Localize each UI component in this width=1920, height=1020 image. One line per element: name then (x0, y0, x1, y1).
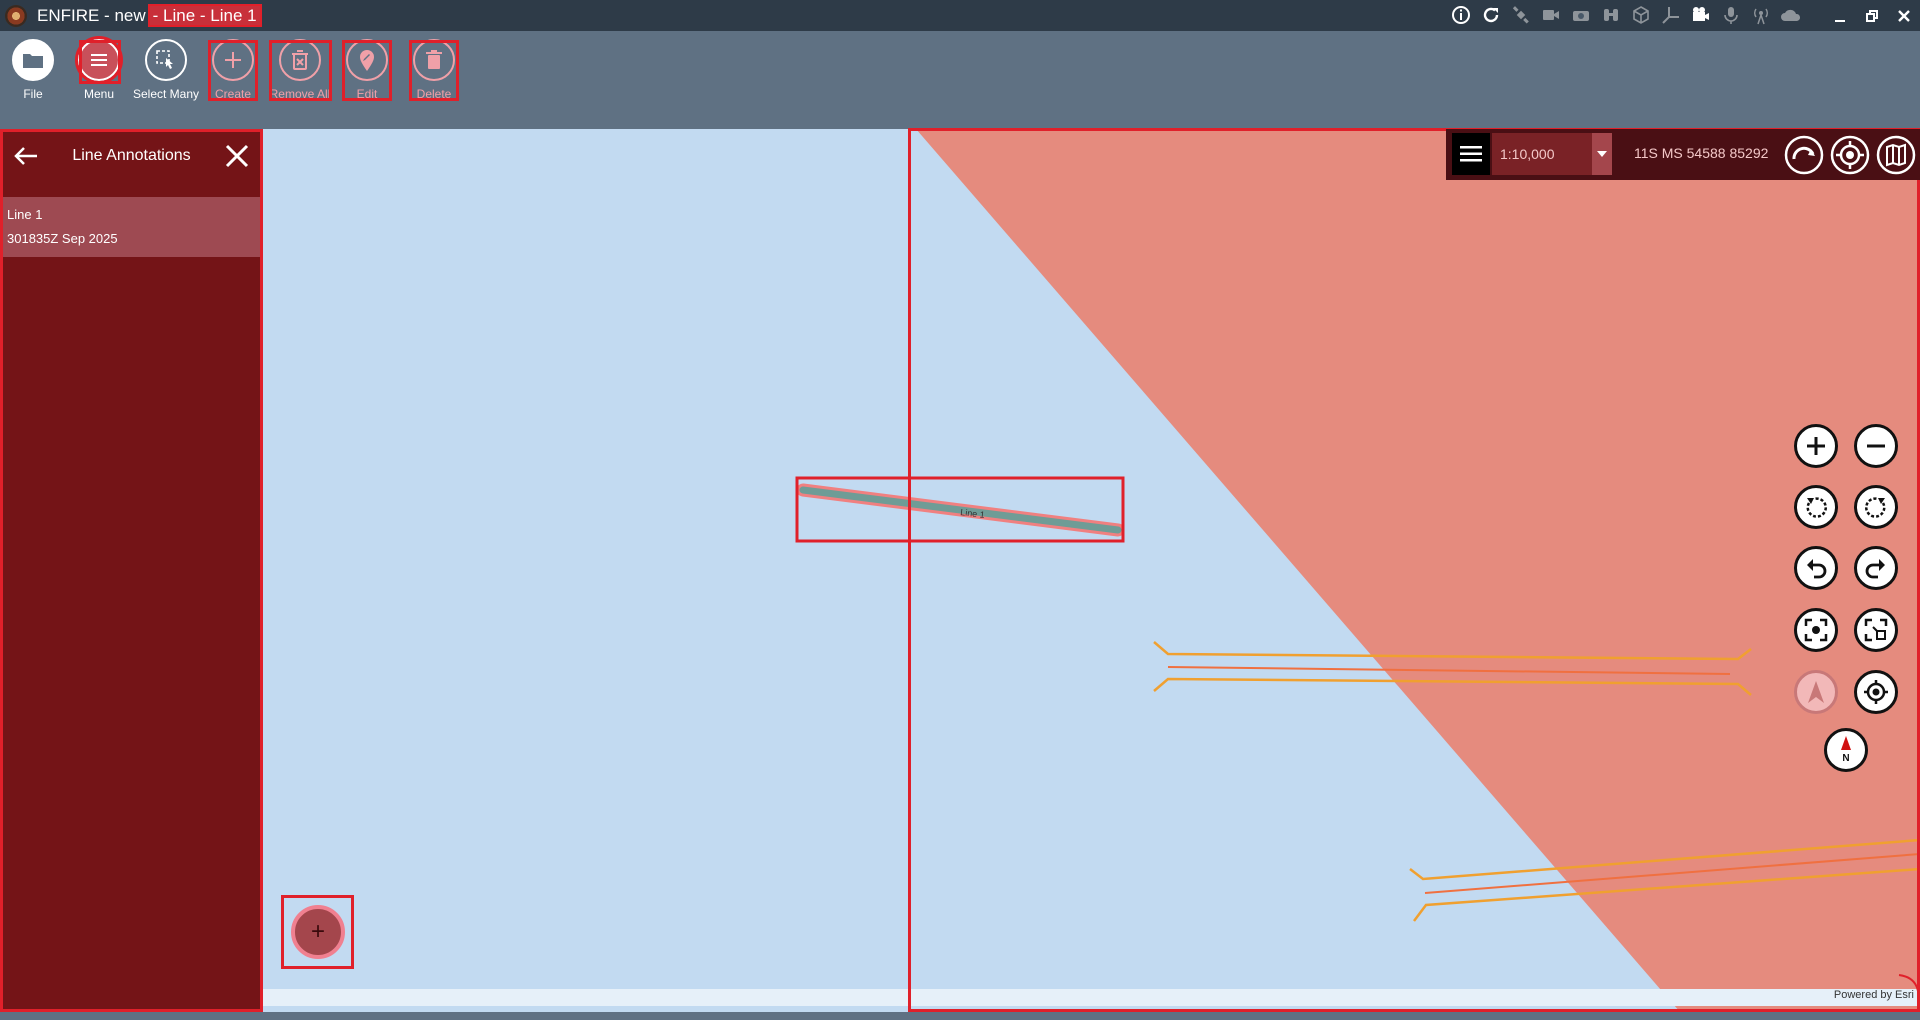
remove-all-button[interactable]: Remove All (267, 39, 333, 107)
rotate-left-button[interactable] (1794, 485, 1838, 529)
file-button-label: File (23, 87, 43, 101)
video-icon[interactable] (1540, 3, 1562, 27)
refresh-icon[interactable] (1480, 3, 1502, 27)
map-bottom-strip (263, 989, 1920, 1006)
full-extent-icon (1804, 618, 1828, 642)
line-annotation-label: Line 1 (960, 507, 986, 520)
add-fab-button[interactable]: + (291, 905, 345, 959)
delete-button[interactable]: Delete (401, 39, 467, 107)
annotation-dtg: 301835Z Sep 2025 (7, 231, 118, 246)
status-bar (0, 1012, 1920, 1020)
window-title-context: - Line - Line 1 (147, 3, 262, 27)
north-button[interactable]: N (1824, 728, 1868, 772)
cube-icon[interactable] (1630, 3, 1652, 27)
remove-all-icon (279, 39, 321, 81)
map-icon (1876, 135, 1916, 175)
basemap-button[interactable] (1876, 135, 1916, 175)
plus-icon (212, 39, 254, 81)
folder-icon (12, 39, 54, 81)
rotate-right-button[interactable] (1854, 485, 1898, 529)
coordinate-bar: 1:10,000 11S MS 54588 85292 (1446, 129, 1920, 180)
north-label: N (1842, 753, 1850, 764)
line-annotation-feature[interactable]: Line 1 (796, 483, 1125, 537)
menu-button[interactable]: Menu (66, 36, 132, 107)
edit-button[interactable]: Edit (334, 39, 400, 107)
redo-button[interactable] (1854, 546, 1898, 590)
scale-dropdown[interactable] (1592, 133, 1612, 175)
select-many-icon (145, 39, 187, 81)
undo-button[interactable] (1794, 546, 1838, 590)
microphone-icon[interactable] (1720, 3, 1742, 27)
create-button[interactable]: Create (200, 39, 266, 107)
gps-track-button[interactable] (1784, 135, 1824, 175)
menu-button-label: Menu (83, 87, 115, 101)
close-icon[interactable] (222, 141, 252, 171)
restore-button[interactable] (1856, 0, 1888, 31)
rotate-right-icon (1865, 497, 1886, 518)
map-menu-button[interactable] (1452, 133, 1490, 175)
track-icon (1784, 135, 1824, 175)
navigation-arrow-icon (1808, 681, 1824, 703)
remove-all-button-label: Remove All (269, 87, 331, 101)
film-icon[interactable] (1690, 3, 1712, 27)
close-button[interactable] (1888, 0, 1920, 31)
annotation-name: Line 1 (7, 207, 43, 222)
plus-icon (1807, 437, 1825, 455)
satellite-icon[interactable] (1510, 3, 1532, 27)
axis-icon[interactable] (1660, 3, 1682, 27)
map-view[interactable]: Line 1 Powered by Esri (263, 129, 1920, 1012)
edit-button-label: Edit (356, 87, 378, 101)
antenna-icon[interactable] (1750, 3, 1772, 27)
zoom-in-button[interactable] (1794, 424, 1838, 468)
title-bar-tools (1450, 3, 1810, 27)
zoom-selection-icon (1864, 618, 1888, 642)
navigation-button[interactable] (1794, 670, 1838, 714)
cloud-icon[interactable] (1780, 3, 1802, 27)
create-button-label: Create (214, 87, 252, 101)
undo-icon (1807, 559, 1827, 579)
trash-icon (413, 39, 455, 81)
toolbar: File Menu Select Many Create Remove All … (0, 31, 1920, 129)
annotation-list-item[interactable]: Line 1 301835Z Sep 2025 (3, 197, 260, 257)
delete-button-label: Delete (416, 87, 452, 101)
line-annotations-panel: Line Annotations Line 1 301835Z Sep 2025 (0, 129, 263, 1012)
app-logo-icon (5, 4, 27, 27)
map-attribution: Powered by Esri (1833, 989, 1914, 1001)
zoom-extent-button[interactable] (1794, 608, 1838, 652)
chevron-down-icon (1597, 151, 1607, 157)
panel-header: Line Annotations (3, 132, 260, 180)
info-icon[interactable] (1450, 3, 1472, 27)
zoom-selection-button[interactable] (1854, 608, 1898, 652)
coordinate-readout: 11S MS 54588 85292 (1634, 145, 1769, 161)
camera-icon[interactable] (1570, 3, 1592, 27)
file-button[interactable]: File (0, 39, 66, 107)
window-controls (1824, 0, 1920, 31)
select-many-button[interactable]: Select Many (133, 39, 199, 107)
redo-icon (1865, 559, 1885, 579)
edit-pin-icon (346, 39, 388, 81)
binoculars-icon[interactable] (1600, 3, 1622, 27)
title-bar: ENFIRE - new - Line - Line 1 (0, 0, 1920, 31)
hamburger-icon (75, 36, 123, 84)
select-many-button-label: Select Many (132, 87, 200, 101)
scale-field[interactable]: 1:10,000 (1492, 133, 1592, 175)
rotate-left-icon (1806, 497, 1827, 518)
window-title-app: ENFIRE - new (37, 5, 146, 25)
fab-highlight: + (281, 895, 354, 969)
map-canvas: Line 1 (263, 129, 1920, 1012)
my-location-button[interactable] (1854, 670, 1898, 714)
window-title: ENFIRE - new - Line - Line 1 (37, 3, 262, 27)
location-target-icon (1864, 680, 1888, 704)
center-location-button[interactable] (1830, 135, 1870, 175)
minimize-button[interactable] (1824, 0, 1856, 31)
zoom-out-button[interactable] (1854, 424, 1898, 468)
hamburger-icon (1460, 146, 1482, 162)
minus-icon (1867, 444, 1885, 448)
crosshair-icon (1830, 135, 1870, 175)
